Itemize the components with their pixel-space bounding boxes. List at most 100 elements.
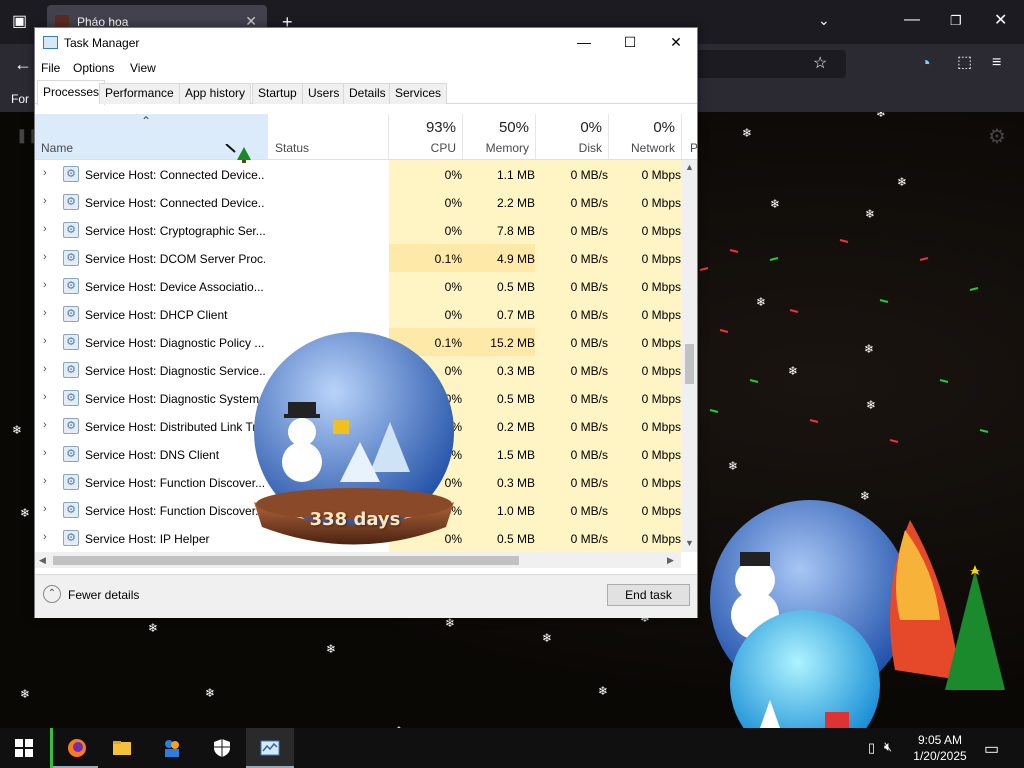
status-column-label[interactable]: Status [275,141,309,155]
menu-bar: File Options View [35,58,697,78]
fireworks-decoration [699,239,989,443]
disk-column-label[interactable]: Disk [535,141,602,155]
minimize-icon[interactable]: — [904,12,920,28]
notification-icon[interactable]: ▭ [984,739,999,759]
service-gear-icon: ⚙ [63,362,79,378]
tab-dropdown-icon[interactable]: ⌄ [818,13,830,27]
vertical-scroll-thumb[interactable] [685,344,694,384]
expand-chevron-icon[interactable]: › [43,391,47,403]
process-name: Service Host: Cryptographic Ser... [85,224,265,238]
snowflake: ❄ [728,459,739,473]
snowflake: ❄ [326,642,337,656]
scroll-right-icon[interactable]: ▶ [667,555,674,566]
expand-chevron-icon[interactable]: › [43,307,47,319]
restore-icon[interactable]: ❐ [950,14,962,27]
cpu-cell: 0% [389,188,462,216]
scroll-up-icon[interactable]: ▲ [685,162,694,172]
tab-performance[interactable]: Performance [99,83,180,104]
column-header: ⌃ Name Status 93% CPU 50% Memory 0% Disk… [35,114,698,163]
network-cell: 0 Mbps [608,188,681,216]
menu-view[interactable]: View [130,61,156,75]
tab-list-icon[interactable]: ▣ [12,14,27,30]
fewer-details-link[interactable]: Fewer details [68,588,139,602]
task-manager-icon [43,36,58,49]
tab-app-history[interactable]: App history [179,83,252,104]
memory-cell: 0.3 MB [462,468,535,496]
table-row[interactable]: › ⚙ Service Host: Cryptographic Ser... 0% 7.… [35,216,681,244]
table-row[interactable]: › ⚙ Service Host: DHCP Client 0% 0.7 MB 0 MB/… [35,300,681,328]
expand-chevron-icon[interactable]: › [43,503,47,515]
network-cell: 0 Mbps [608,412,681,440]
scroll-down-icon[interactable]: ▼ [685,538,694,548]
system-clock[interactable]: 9:05 AM 1/20/2025 [900,732,980,764]
snowflake: ❄ [20,687,31,701]
expand-chevron-icon[interactable]: › [43,475,47,487]
close-button[interactable]: ✕ [653,28,699,58]
tab-services[interactable]: Services [389,83,448,104]
chevron-up-icon[interactable]: ⌃ [43,585,61,603]
network-icon[interactable]: ▯ [868,740,875,756]
disk-percent: 0% [580,119,602,136]
expand-chevron-icon[interactable]: › [43,167,47,179]
service-gear-icon: ⚙ [63,222,79,238]
menu-options[interactable]: Options [73,61,114,75]
taskbar-security[interactable] [198,728,246,768]
start-button[interactable] [0,728,48,768]
table-row[interactable]: › ⚙ Service Host: Connected Device... 0% 1.1… [35,160,681,188]
vertical-scrollbar[interactable]: ▲ ▼ [681,160,697,552]
tab-startup[interactable]: Startup [252,83,303,104]
horizontal-scrollbar[interactable]: ◀ ▶ [35,552,681,568]
memory-column-label[interactable]: Memory [462,141,529,155]
taskbar-app[interactable] [148,728,196,768]
table-row[interactable]: › ⚙ Service Host: Connected Device... 0% 2.2… [35,188,681,216]
countdown-label: 338 days [309,509,401,530]
scroll-left-icon[interactable]: ◀ [39,555,46,566]
extensions-icon[interactable]: ⬚ [957,55,972,71]
taskbar-task-manager[interactable] [246,728,294,768]
end-task-button[interactable]: End task [607,584,690,606]
settings-gear-icon[interactable]: ⚙ [988,127,1006,147]
expand-chevron-icon[interactable]: › [43,223,47,235]
table-row[interactable]: › ⚙ Service Host: Device Associatio... 0% 0.… [35,272,681,300]
menu-icon[interactable]: ≡ [992,55,1001,71]
service-gear-icon: ⚙ [63,502,79,518]
power-column-label[interactable]: P [690,141,698,155]
taskbar-firefox[interactable] [50,728,98,768]
expand-chevron-icon[interactable]: › [43,531,47,543]
expand-chevron-icon[interactable]: › [43,279,47,291]
horizontal-scroll-thumb[interactable] [53,556,519,565]
table-row[interactable]: › ⚙ Service Host: DCOM Server Proc... 0.1% 4… [35,244,681,272]
bookmark-star-icon[interactable]: ☆ [813,56,827,72]
maximize-button[interactable]: ☐ [607,28,653,58]
account-icon[interactable]: ◔ [920,54,931,72]
tab-users[interactable]: Users [302,83,346,104]
menu-file[interactable]: File [41,61,60,75]
disk-cell: 0 MB/s [535,524,608,552]
service-gear-icon: ⚙ [63,334,79,350]
shield-icon [214,739,230,757]
network-column-label[interactable]: Network [608,141,675,155]
back-icon[interactable]: ← [14,55,32,73]
tab-details[interactable]: Details [343,83,392,104]
memory-cell: 4.9 MB [462,244,535,272]
disk-cell: 0 MB/s [535,440,608,468]
tab-processes[interactable]: Processes [37,80,106,105]
disk-cell: 0 MB/s [535,216,608,244]
bookmark-item[interactable]: For [11,92,29,106]
expand-chevron-icon[interactable]: › [43,251,47,263]
close-window-icon[interactable]: ✕ [994,13,1007,29]
expand-chevron-icon[interactable]: › [43,447,47,459]
volume-muted-icon[interactable]: 🔇︎ [884,739,892,755]
snowflake: ❄ [598,684,609,698]
memory-cell: 0.5 MB [462,272,535,300]
minimize-button[interactable]: — [561,28,607,58]
taskbar-file-explorer[interactable] [98,728,146,768]
network-cell: 0 Mbps [608,440,681,468]
expand-chevron-icon[interactable]: › [43,363,47,375]
expand-chevron-icon[interactable]: › [43,195,47,207]
snowflake: ❄ [897,175,908,189]
cpu-column-label[interactable]: CPU [389,141,456,155]
snowflake: ❄ [205,686,216,700]
expand-chevron-icon[interactable]: › [43,419,47,431]
expand-chevron-icon[interactable]: › [43,335,47,347]
